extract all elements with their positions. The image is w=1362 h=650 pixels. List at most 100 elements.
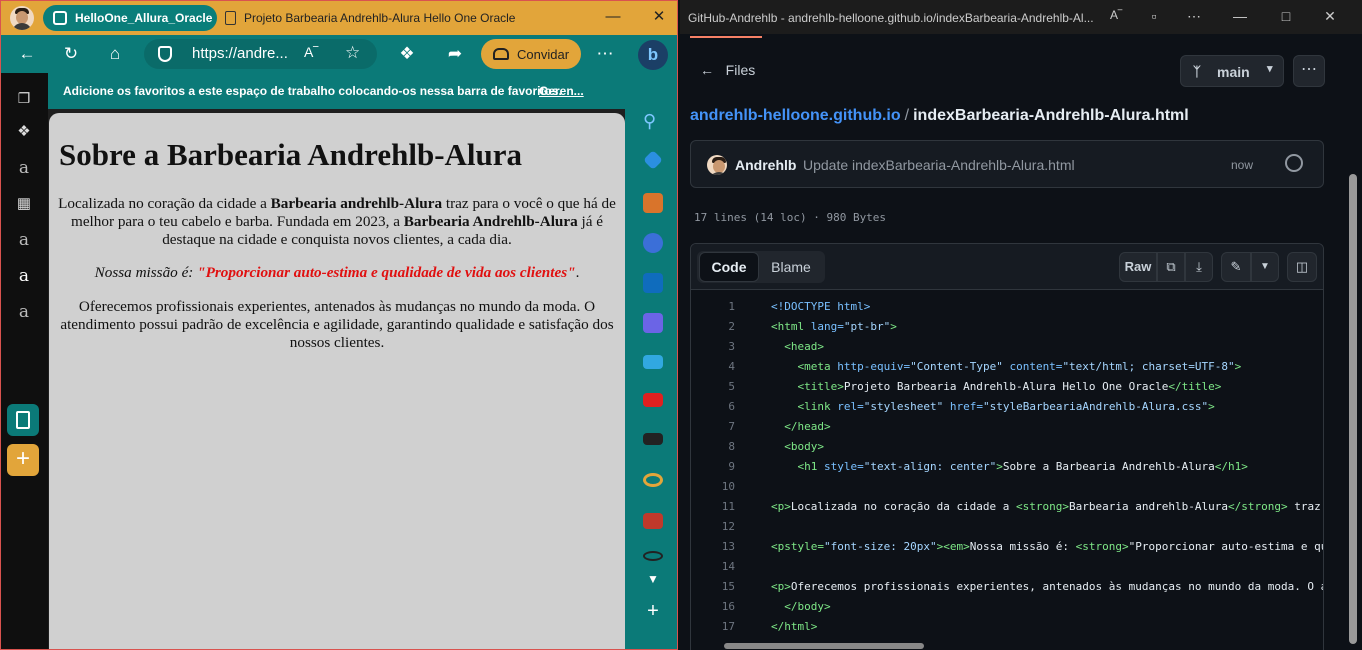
tab-actions-icon[interactable]: ❐ <box>13 87 35 109</box>
line-number[interactable]: 14 <box>691 560 735 573</box>
author-avatar[interactable] <box>707 155 727 175</box>
back-arrow-icon[interactable]: ← <box>17 44 37 64</box>
commit-author[interactable]: Andrehlb <box>735 157 796 173</box>
outlook-icon[interactable] <box>643 273 663 293</box>
line-number[interactable]: 13 <box>691 540 735 553</box>
read-aloud-icon[interactable]: A‾ <box>1106 8 1126 22</box>
close-button[interactable]: ✕ <box>649 7 669 27</box>
line-number[interactable]: 10 <box>691 480 735 493</box>
close-button[interactable]: ✕ <box>1320 8 1340 25</box>
edit-dropdown-icon[interactable]: ▼ <box>1251 252 1279 282</box>
commit-time: now <box>1231 158 1254 172</box>
symbols-panel-icon[interactable]: ◫ <box>1287 252 1317 282</box>
minimize-button[interactable]: — <box>603 7 623 27</box>
horizontal-scrollbar[interactable] <box>690 640 1310 650</box>
app-icon[interactable]: ▫ <box>1144 8 1164 24</box>
files-back-link[interactable]: ← Files <box>700 62 755 78</box>
line-number[interactable]: 16 <box>691 600 735 613</box>
line-number[interactable]: 7 <box>691 420 735 433</box>
copilot-icon[interactable]: b <box>638 40 668 70</box>
github-window: GitHub-Andrehlb - andrehlb-helloone.gith… <box>680 0 1362 650</box>
code-line: <title>Projeto Barbearia Andrehlb-Alura … <box>797 380 1222 393</box>
share-icon[interactable]: ➦ <box>445 44 465 64</box>
infomoney-icon[interactable] <box>643 513 663 529</box>
new-tab-button[interactable]: + <box>7 444 39 476</box>
more-options-icon[interactable]: ⋯ <box>1184 8 1204 25</box>
tools-icon[interactable] <box>643 193 663 213</box>
raw-button[interactable]: Raw <box>1119 252 1157 282</box>
scrollbar-thumb[interactable] <box>1349 174 1357 644</box>
xp-icon[interactable] <box>643 433 663 445</box>
download-icon[interactable]: ⤓ <box>1185 252 1213 282</box>
line-number[interactable]: 5 <box>691 380 735 393</box>
rendered-page: Sobre a Barbearia Andrehlb-Alura Localiz… <box>49 113 625 649</box>
code-line: <head> <box>784 340 824 353</box>
page-heading: Sobre a Barbearia Andrehlb-Alura <box>59 137 523 172</box>
line-number[interactable]: 3 <box>691 340 735 353</box>
commit-message[interactable]: Update indexBarbearia-Andrehlb-Alura.htm… <box>803 157 1075 173</box>
code-line: <meta http-equiv="Content-Type" content=… <box>797 360 1242 373</box>
workspace-pill[interactable]: HelloOne_Allura_Oracle <box>43 5 217 31</box>
home-icon[interactable]: ⌂ <box>105 44 125 64</box>
desktop: HelloOne_Allura_Oracle Projeto Barbearia… <box>0 0 1362 650</box>
line-number[interactable]: 4 <box>691 360 735 373</box>
scrollbar-thumb[interactable] <box>724 643 924 649</box>
tab-amazon-2[interactable]: a <box>13 229 35 251</box>
favorites-manage-link[interactable]: Geren... <box>539 84 584 98</box>
line-number[interactable]: 6 <box>691 400 735 413</box>
page-icon <box>225 11 236 25</box>
line-number[interactable]: 9 <box>691 460 735 473</box>
active-tab[interactable]: Projeto Barbearia Andrehlb-Alura Hello O… <box>225 5 625 31</box>
line-number[interactable]: 17 <box>691 620 735 633</box>
edit-pencil-icon[interactable]: ✎ <box>1221 252 1251 282</box>
maximize-button[interactable]: □ <box>1276 8 1296 24</box>
vertical-scrollbar[interactable] <box>1346 34 1360 650</box>
add-sidebar-app-icon[interactable]: + <box>643 601 663 621</box>
chevron-down-icon[interactable]: ▼ <box>643 569 663 589</box>
shopping-tag-icon[interactable] <box>643 150 663 170</box>
invite-button[interactable]: Convidar <box>481 39 581 69</box>
breadcrumb: andrehlb-helloone.github.io / indexBarbear… <box>690 107 1189 125</box>
code-line: <html lang="pt-br"> <box>771 320 897 333</box>
read-aloud-icon[interactable]: A‾ <box>304 44 318 60</box>
repo-link[interactable]: andrehlb-helloone.github.io <box>690 107 901 124</box>
line-number[interactable]: 11 <box>691 500 735 513</box>
address-url: https://andre... <box>192 45 288 62</box>
line-number[interactable]: 8 <box>691 440 735 453</box>
line-number[interactable]: 15 <box>691 580 735 593</box>
code-lines: 1 2 3 4 5 6 7 8 9 10 11 12 13 14 15 16 1… <box>691 300 1323 640</box>
minimize-button[interactable]: — <box>1230 8 1250 24</box>
code-line: <!DOCTYPE html> <box>771 300 871 313</box>
code-line: <p>Oferecemos profissionais experientes,… <box>771 580 1324 593</box>
history-icon[interactable] <box>1285 154 1303 172</box>
line-number[interactable]: 12 <box>691 520 735 533</box>
address-bar[interactable]: https://andre... A‾ ☆ <box>144 39 377 69</box>
fingerprint-icon[interactable] <box>643 551 663 561</box>
tab-blame[interactable]: Blame <box>759 252 823 282</box>
more-actions-button[interactable]: ⋯ <box>1293 55 1325 87</box>
branch-selector[interactable]: ᛉ main ▾ <box>1180 55 1284 87</box>
youtube-icon[interactable] <box>643 393 663 407</box>
favorite-star-icon[interactable]: ☆ <box>345 43 360 63</box>
tab-amazon-1[interactable]: a <box>13 157 35 179</box>
notes-icon[interactable] <box>643 313 663 333</box>
extensions-icon[interactable]: ❖ <box>397 44 417 64</box>
invite-label: Convidar <box>517 46 570 62</box>
line-number[interactable]: 2 <box>691 320 735 333</box>
tab-active-page[interactable] <box>7 404 39 436</box>
telegram-icon[interactable] <box>643 355 663 369</box>
line-number[interactable]: 1 <box>691 300 735 313</box>
paragraph-mission: Nossa missão é: "Proporcionar auto-estim… <box>94 264 580 281</box>
refresh-icon[interactable]: ↻ <box>61 44 81 64</box>
more-options-icon[interactable]: ⋯ <box>595 44 615 64</box>
tab-code[interactable]: Code <box>699 252 759 282</box>
copy-icon[interactable]: ⧉ <box>1157 252 1185 282</box>
games-icon[interactable] <box>643 233 663 253</box>
profile-avatar[interactable] <box>10 6 34 30</box>
coursera-icon[interactable] <box>643 473 663 487</box>
tab-amazon-4[interactable]: a <box>13 301 35 323</box>
tab-trello-icon[interactable]: ▦ <box>13 193 35 215</box>
workspace-tab-icon[interactable]: ❖ <box>13 121 35 143</box>
tab-amazon-3[interactable]: a <box>13 265 35 287</box>
search-icon[interactable]: ⚲ <box>643 111 663 131</box>
